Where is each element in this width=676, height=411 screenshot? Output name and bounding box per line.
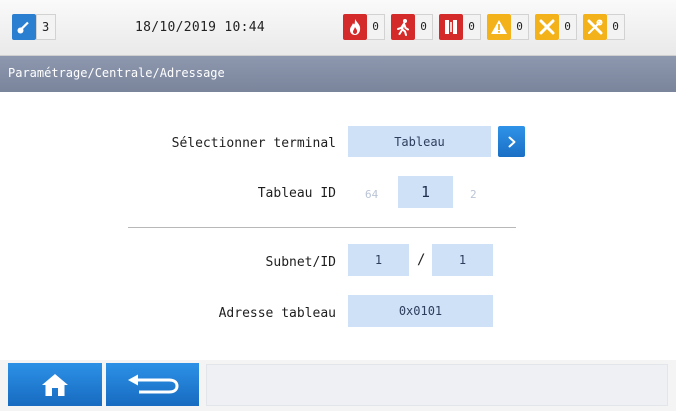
panel-id-label: Tableau ID bbox=[257, 186, 336, 201]
access-level-indicator[interactable]: 3 bbox=[12, 14, 56, 40]
door-icon bbox=[439, 14, 463, 40]
evacuation-counter[interactable]: 0 bbox=[391, 14, 433, 40]
access-level-value: 3 bbox=[36, 14, 56, 40]
fault-counter[interactable]: 0 bbox=[535, 14, 577, 40]
panel-id-next[interactable]: 2 bbox=[470, 188, 477, 201]
subnet-id-label: Subnet/ID bbox=[265, 255, 336, 270]
warning-icon bbox=[487, 14, 511, 40]
fault-count: 0 bbox=[559, 14, 577, 40]
section-divider bbox=[128, 227, 516, 228]
door-count: 0 bbox=[463, 14, 481, 40]
fire-count: 0 bbox=[367, 14, 385, 40]
fault-icon bbox=[535, 14, 559, 40]
home-button[interactable] bbox=[8, 363, 102, 406]
panel-address-label: Adresse tableau bbox=[218, 306, 336, 321]
subnet-input[interactable]: 1 bbox=[348, 244, 409, 276]
breadcrumb-bar: Paramétrage/Centrale/Adressage bbox=[0, 56, 676, 92]
next-terminal-button[interactable] bbox=[498, 126, 525, 157]
status-bar: 3 18/10/2019 10:44 0 0 0 0 0 0 bbox=[0, 0, 676, 56]
panel-id-input[interactable]: 1 bbox=[398, 176, 453, 208]
panel-id-previous[interactable]: 64 bbox=[365, 188, 378, 201]
chevron-right-icon bbox=[508, 136, 515, 147]
node-id-input[interactable]: 1 bbox=[432, 244, 493, 276]
warning-count: 0 bbox=[511, 14, 529, 40]
key-icon bbox=[12, 14, 36, 40]
home-icon bbox=[42, 373, 68, 396]
breadcrumb: Paramétrage/Centrale/Adressage bbox=[8, 66, 225, 80]
disabled-counter[interactable]: 0 bbox=[583, 14, 625, 40]
message-area bbox=[206, 364, 668, 406]
disabled-icon bbox=[583, 14, 607, 40]
evacuation-count: 0 bbox=[415, 14, 433, 40]
select-terminal-label: Sélectionner terminal bbox=[171, 136, 336, 151]
back-arrow-icon bbox=[127, 374, 179, 393]
fire-counter[interactable]: 0 bbox=[343, 14, 385, 40]
disabled-count: 0 bbox=[607, 14, 625, 40]
back-button[interactable] bbox=[106, 363, 199, 406]
terminal-select[interactable]: Tableau bbox=[348, 126, 491, 157]
event-counters: 0 0 0 0 0 0 bbox=[343, 14, 625, 40]
warning-counter[interactable]: 0 bbox=[487, 14, 529, 40]
panel-address-value: 0x0101 bbox=[348, 295, 493, 327]
subnet-id-separator: / bbox=[417, 252, 426, 268]
door-counter[interactable]: 0 bbox=[439, 14, 481, 40]
date-time: 18/10/2019 10:44 bbox=[135, 20, 266, 35]
evacuation-icon bbox=[391, 14, 415, 40]
fire-icon bbox=[343, 14, 367, 40]
